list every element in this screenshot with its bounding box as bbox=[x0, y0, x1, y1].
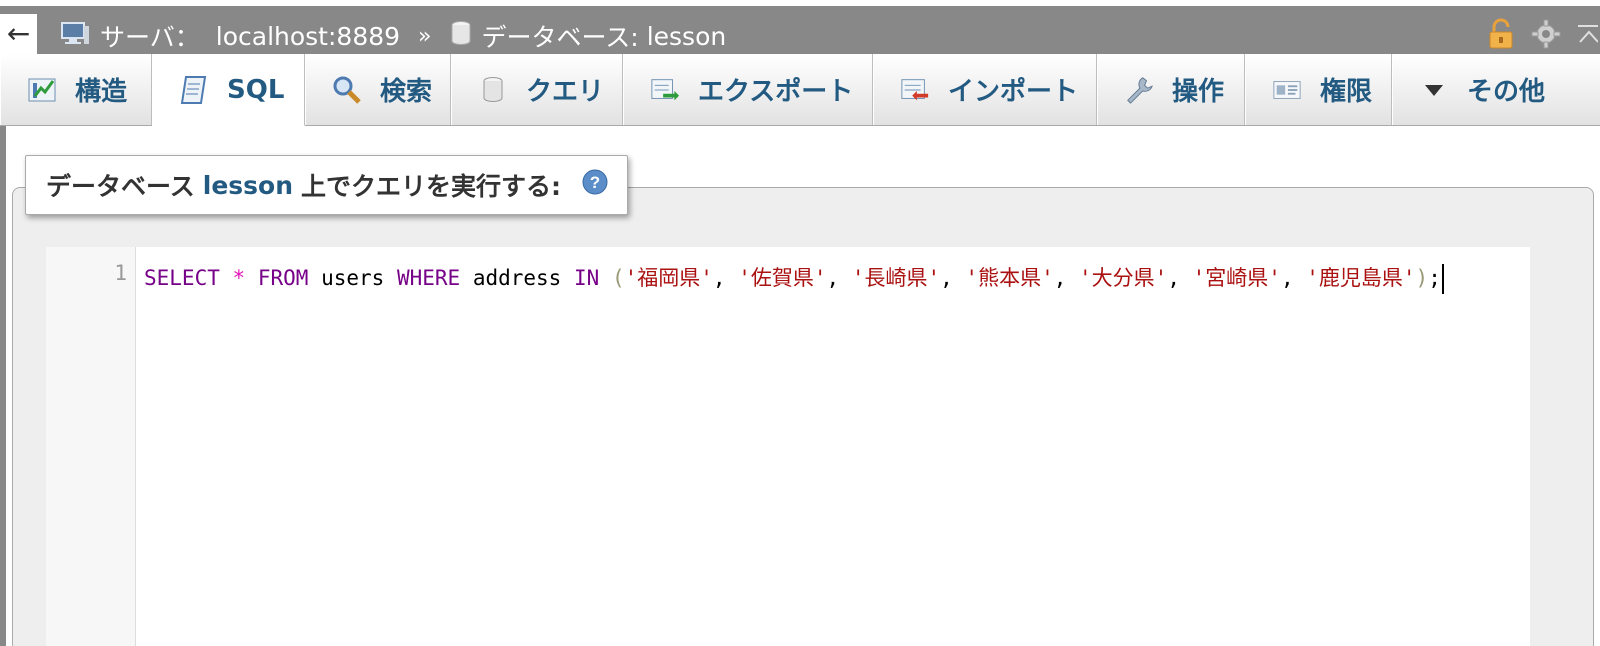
database-link[interactable]: lesson bbox=[647, 22, 727, 51]
sql-identifier: address bbox=[472, 266, 562, 290]
legend-suffix: 上でクエリを実行する: bbox=[301, 172, 562, 201]
server-icon bbox=[60, 20, 90, 52]
search-icon bbox=[332, 75, 362, 105]
breadcrumb: サーバ： localhost:8889 » データベース: lesson bbox=[60, 12, 726, 60]
query-icon bbox=[478, 75, 508, 105]
database-icon bbox=[450, 20, 472, 52]
sql-code[interactable]: SELECT * FROM users WHERE address IN ('福… bbox=[136, 247, 1530, 646]
line-number: 1 bbox=[114, 261, 127, 285]
collapse-icon[interactable] bbox=[1576, 20, 1599, 52]
top-right-controls bbox=[1486, 12, 1600, 60]
top-navigation-bar: ← サーバ： localhost:8889 » データベース: lesson bbox=[0, 0, 1600, 56]
sql-icon bbox=[179, 75, 209, 105]
tab-label: SQL bbox=[227, 74, 285, 105]
text-cursor bbox=[1441, 264, 1444, 294]
tab-export[interactable]: エクスポート bbox=[623, 54, 873, 125]
sql-keyword: SELECT bbox=[144, 266, 220, 290]
privileges-icon bbox=[1272, 75, 1302, 105]
triangle-down-icon bbox=[1419, 75, 1449, 105]
tab-label: 権限 bbox=[1320, 77, 1373, 107]
sql-comma: , bbox=[1280, 266, 1294, 290]
sql-bracket: ( bbox=[611, 266, 625, 290]
help-icon[interactable]: ? bbox=[581, 168, 609, 202]
sql-string: '熊本県' bbox=[965, 266, 1054, 290]
tab-privileges[interactable]: 権限 bbox=[1245, 54, 1392, 125]
tab-label: その他 bbox=[1467, 77, 1546, 107]
sql-identifier: users bbox=[321, 266, 385, 290]
sql-keyword: WHERE bbox=[396, 266, 461, 290]
tab-more[interactable]: その他 bbox=[1392, 54, 1600, 125]
import-icon bbox=[900, 75, 930, 105]
tab-bar: 構造 SQL 検索 クエリ エクスポート インポート 操作 権限 その他 bbox=[0, 54, 1600, 126]
breadcrumb-separator: » bbox=[418, 23, 432, 49]
tab-label: クエリ bbox=[526, 77, 605, 107]
line-number-gutter: 1 bbox=[46, 247, 136, 646]
sql-string: '鹿児島県' bbox=[1306, 266, 1416, 290]
svg-text:?: ? bbox=[590, 173, 600, 192]
wrench-icon bbox=[1124, 75, 1154, 105]
database-label: データベース: bbox=[481, 23, 639, 52]
lock-icon[interactable] bbox=[1486, 18, 1516, 54]
sql-string: '宮崎県' bbox=[1192, 266, 1281, 290]
sql-comma: , bbox=[940, 266, 953, 290]
sql-string: '大分県' bbox=[1079, 266, 1168, 290]
export-icon bbox=[650, 75, 680, 105]
legend-database-link[interactable]: lesson bbox=[203, 171, 293, 200]
tab-query[interactable]: クエリ bbox=[451, 54, 623, 125]
tab-label: 検索 bbox=[380, 77, 433, 107]
structure-icon bbox=[27, 75, 57, 105]
tab-sql[interactable]: SQL bbox=[152, 54, 305, 126]
gear-icon[interactable] bbox=[1530, 18, 1562, 54]
tab-import[interactable]: インポート bbox=[873, 54, 1097, 125]
sql-comma: , bbox=[1167, 266, 1180, 290]
tab-structure[interactable]: 構造 bbox=[0, 54, 152, 125]
sql-comma: , bbox=[826, 266, 840, 290]
tab-label: 構造 bbox=[75, 77, 128, 107]
sql-string: '佐賀県' bbox=[738, 266, 827, 290]
tab-search[interactable]: 検索 bbox=[305, 54, 451, 125]
sql-keyword: IN bbox=[573, 266, 600, 290]
sql-comma: , bbox=[712, 266, 726, 290]
sql-bracket: ) bbox=[1415, 266, 1429, 290]
sql-semicolon: ; bbox=[1428, 266, 1441, 290]
tab-operations[interactable]: 操作 bbox=[1097, 54, 1245, 125]
tab-label: エクスポート bbox=[698, 77, 854, 107]
server-label: サーバ： bbox=[100, 23, 200, 52]
sql-comma: , bbox=[1053, 266, 1067, 290]
window-left-edge bbox=[0, 126, 6, 646]
sql-operator: * bbox=[232, 266, 246, 290]
sql-string: '長崎県' bbox=[851, 266, 941, 290]
sql-keyword: FROM bbox=[257, 266, 309, 290]
tab-label: 操作 bbox=[1172, 77, 1225, 107]
server-link[interactable]: localhost:8889 bbox=[216, 22, 400, 51]
back-button[interactable]: ← bbox=[0, 14, 38, 56]
tab-label: インポート bbox=[948, 77, 1079, 107]
query-panel-title: データベース lesson 上でクエリを実行する: ? bbox=[25, 155, 629, 215]
sql-editor[interactable]: 1 SELECT * FROM users WHERE address IN (… bbox=[46, 247, 1530, 646]
legend-prefix: データベース bbox=[46, 172, 195, 201]
sql-string: '福岡県' bbox=[624, 266, 713, 290]
